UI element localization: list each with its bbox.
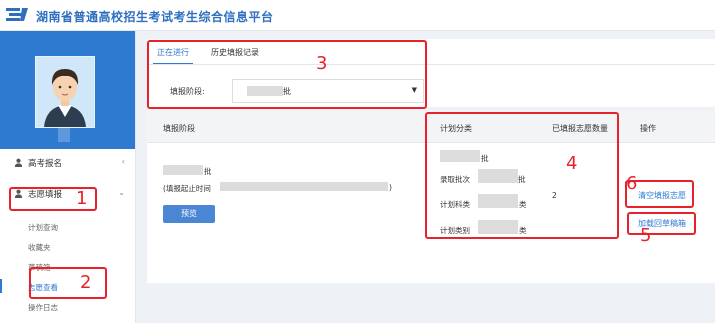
active-marker	[0, 279, 2, 293]
submenu-plan-query[interactable]: 计划查询	[28, 222, 58, 233]
menu-item-label: 高考报名	[28, 159, 63, 169]
avatar-illustration-icon	[36, 57, 94, 127]
annotation-box-3	[147, 40, 427, 109]
site-title: 湖南省普通高校招生考试考生综合信息平台	[36, 10, 274, 24]
annotation-number-1: 1	[76, 188, 88, 209]
user-icon	[14, 158, 23, 167]
annotation-number-4: 4	[566, 153, 578, 174]
row-period-prefix: (填报起止时间	[163, 184, 211, 193]
profile-card	[0, 31, 135, 149]
row-stage-suffix: 批	[204, 167, 212, 176]
preview-button[interactable]: 预览	[163, 205, 215, 223]
avatar	[35, 56, 95, 128]
annotation-box-2	[29, 267, 107, 299]
platform-logo-icon	[6, 8, 28, 21]
header-stage: 填报阶段	[163, 124, 195, 133]
chevron-left-icon: ‹	[121, 157, 125, 166]
stage-name-blurred	[163, 165, 203, 175]
annotation-box-4	[425, 112, 619, 239]
app-header: 湖南省普通高校招生考试考生综合信息平台	[0, 0, 715, 31]
chevron-down-icon: ⌄	[118, 188, 125, 197]
menu-item-gaokao-registration[interactable]: 高考报名 ‹	[0, 152, 135, 174]
annotation-number-2: 2	[80, 272, 92, 293]
annotation-number-6: 6	[626, 173, 638, 194]
username-blurred	[58, 128, 70, 142]
annotation-number-5: 5	[640, 225, 652, 246]
annotation-box-5	[627, 212, 696, 235]
row-period-blurred	[220, 182, 388, 191]
submenu-favorites[interactable]: 收藏夹	[28, 242, 51, 253]
header-operations: 操作	[640, 124, 656, 133]
annotation-number-3: 3	[316, 53, 328, 74]
row-period-suffix: )	[389, 183, 392, 192]
submenu-operation-log[interactable]: 操作日志	[28, 302, 58, 313]
